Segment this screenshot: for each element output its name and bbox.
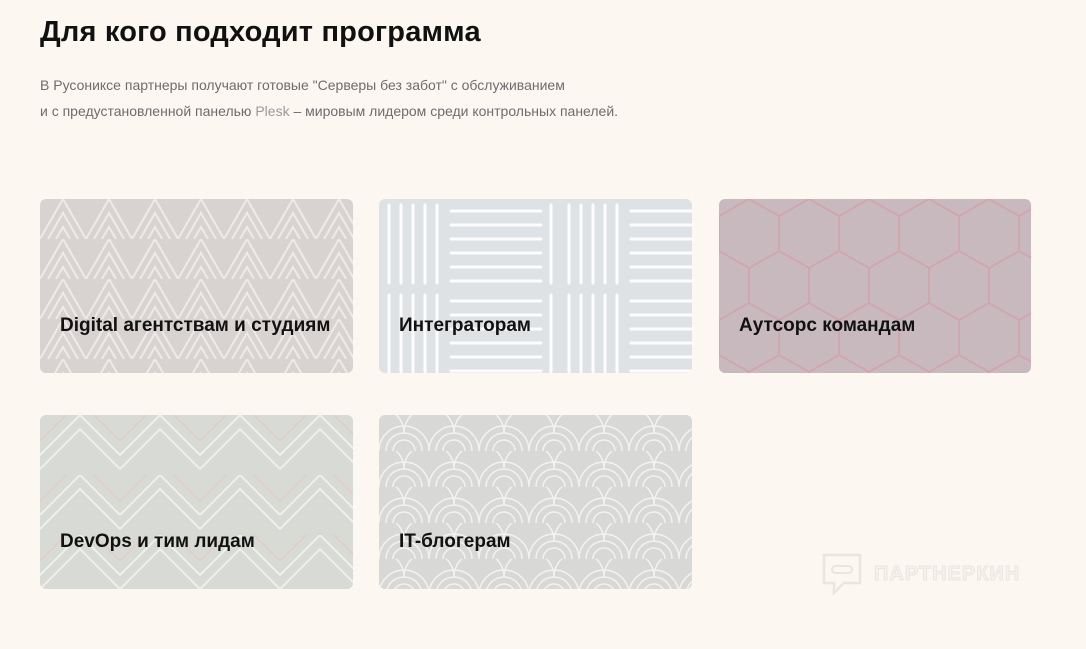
audience-card-integrators[interactable]: Интеграторам [379,199,692,373]
arc-pattern [379,415,692,589]
hexagon-pattern [719,199,1031,373]
audience-card-outsource-teams[interactable]: Аутсорс командам [719,199,1031,373]
chevron-pattern [40,415,353,589]
triangle-pattern [40,199,353,373]
description-line-1: В Русониксе партнеры получают готовые "С… [40,77,565,93]
card-label: Аутсорс командам [739,315,916,336]
audience-card-devops[interactable]: DevOps и тим лидам [40,415,353,589]
partnerkin-watermark: ПАРТНЕРКИН [820,551,1020,597]
card-label: IT-блогерам [399,531,511,552]
watermark-text: ПАРТНЕРКИН [873,562,1021,585]
audience-card-it-bloggers[interactable]: IT-блогерам [379,415,692,589]
plesk-mention: Plesk [255,103,290,119]
description-line-2-start: и с предустановленной панелью [40,103,256,119]
chat-bubble-icon [822,553,862,597]
description-line-2-end: – мировым лидером среди контрольных пане… [289,103,619,119]
card-label: Digital агентствам и студиям [60,315,331,336]
program-description: В Русониксе партнеры получают готовые "С… [40,72,618,124]
description-line-2: и с предустановленной панелью Plesk – ми… [40,98,618,124]
audience-card-digital-agencies[interactable]: Digital агентствам и студиям [40,199,353,373]
page-title: Для кого подходит программа [40,16,481,48]
card-label: Интеграторам [399,315,531,336]
card-label: DevOps и тим лидам [60,531,255,552]
stripes-pattern [379,199,692,373]
